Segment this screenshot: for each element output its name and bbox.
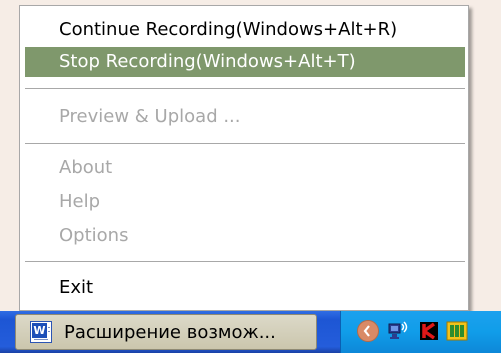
menu-item-help[interactable]: Help: [25, 187, 465, 217]
menu-separator: [25, 261, 465, 263]
network-icon[interactable]: [387, 319, 411, 343]
word-document-icon: W: [30, 321, 52, 343]
taskbar-window-label: Расширение возмож...: [64, 322, 276, 343]
menu-item-options[interactable]: Options: [25, 221, 465, 251]
menu-item-about[interactable]: About: [25, 153, 465, 183]
menu-item-continue-recording[interactable]: Continue Recording(Windows+Alt+R): [25, 15, 465, 45]
menu-item-stop-recording[interactable]: Stop Recording(Windows+Alt+T): [25, 47, 465, 77]
menu-separator: [25, 88, 465, 90]
tray-context-menu: Continue Recording(Windows+Alt+R) Stop R…: [19, 5, 469, 311]
taskbar: W Расширение возмож...: [0, 311, 501, 353]
menu-separator: [25, 143, 465, 145]
menu-item-exit[interactable]: Exit: [25, 273, 465, 303]
show-hidden-icons-chevron-icon[interactable]: [357, 320, 379, 342]
taskbar-window-button[interactable]: W Расширение возмож...: [15, 314, 317, 350]
system-tray: [340, 311, 501, 353]
menu-item-preview-upload[interactable]: Preview & Upload ...: [25, 102, 465, 132]
app-tray-icon[interactable]: [445, 319, 469, 343]
kaspersky-icon[interactable]: [417, 319, 441, 343]
